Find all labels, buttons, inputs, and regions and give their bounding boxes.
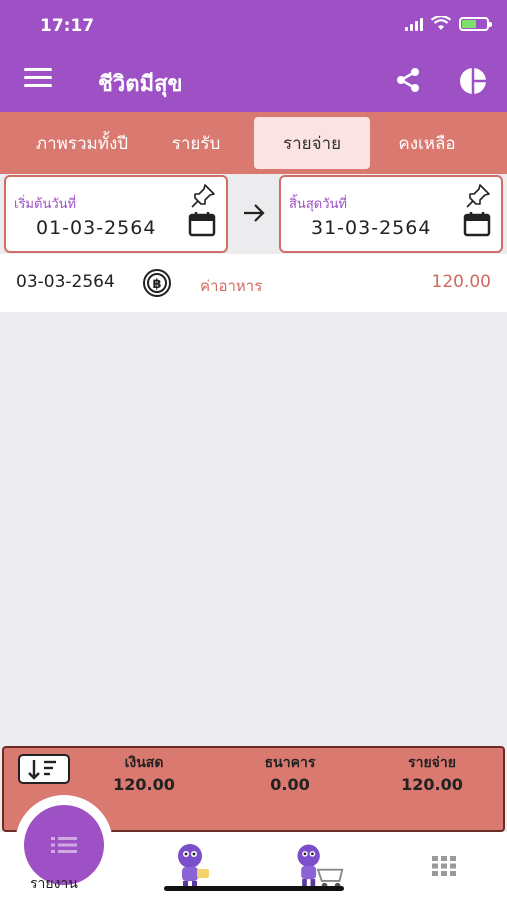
status-icons: [405, 16, 492, 31]
summary-cash: เงินสด 120.00: [84, 752, 204, 794]
calendar-icon[interactable]: [188, 211, 216, 237]
sort-icon: [28, 760, 56, 780]
summary-cash-value: 120.00: [113, 775, 175, 794]
tab-income[interactable]: รายรับ: [158, 117, 234, 169]
arrow-right-icon: [244, 204, 265, 222]
signal-icon: [405, 17, 423, 31]
home-indicator: [164, 886, 344, 891]
summary-expense-label: รายจ่าย: [408, 755, 456, 771]
transaction-date: 03-03-2564: [16, 272, 115, 292]
report-label: รายงาน: [30, 876, 78, 892]
start-date-label: เริ่มต้นวันที่: [14, 197, 77, 212]
pie-chart-icon[interactable]: [458, 66, 488, 96]
tab-balance[interactable]: คงเหลือ: [384, 117, 470, 169]
menu-button[interactable]: [24, 68, 52, 90]
tab-bar: ภาพรวมทั้งปี รายรับ รายจ่าย คงเหลือ: [0, 112, 507, 174]
end-date-value: 31-03-2564: [311, 217, 432, 239]
start-date-value: 01-03-2564: [36, 217, 157, 239]
mascot-cart-icon[interactable]: [290, 840, 346, 892]
end-date-picker[interactable]: สิ้นสุดวันที่ 31-03-2564: [279, 175, 503, 253]
transaction-category: ค่าอาหาร: [200, 277, 263, 295]
sort-button[interactable]: [18, 754, 70, 784]
summary-expense: รายจ่าย 120.00: [372, 752, 492, 794]
summary-bank-label: ธนาคาร: [264, 755, 316, 771]
end-date-label: สิ้นสุดวันที่: [289, 197, 347, 212]
share-icon[interactable]: [394, 66, 422, 94]
baht-coin-icon: ฿: [143, 269, 171, 297]
pin-icon: [466, 184, 490, 208]
svg-text:฿: ฿: [152, 277, 161, 292]
status-time: 17:17: [40, 16, 95, 36]
wifi-icon: [431, 16, 451, 30]
app-bar: 17:17 ชีวิตมีสุข: [0, 0, 507, 112]
mascot-wallet-icon[interactable]: [164, 840, 220, 892]
start-date-picker[interactable]: เริ่มต้นวันที่ 01-03-2564: [4, 175, 228, 253]
summary-expense-value: 120.00: [401, 775, 463, 794]
summary-bank-value: 0.00: [270, 775, 310, 794]
transaction-amount: 120.00: [431, 272, 491, 292]
pin-icon: [191, 184, 215, 208]
grid-menu-icon[interactable]: [432, 856, 456, 876]
battery-icon: [459, 16, 492, 31]
tab-year-overview[interactable]: ภาพรวมทั้งปี: [14, 117, 150, 169]
app-title: ชีวิตมีสุข: [98, 72, 183, 97]
tab-expense[interactable]: รายจ่าย: [254, 117, 370, 169]
list-icon: [51, 837, 77, 853]
summary-cash-label: เงินสด: [124, 755, 164, 771]
calendar-icon[interactable]: [463, 211, 491, 237]
summary-bank: ธนาคาร 0.00: [230, 752, 350, 794]
transaction-row[interactable]: 03-03-2564 ฿ ค่าอาหาร 120.00: [0, 254, 507, 312]
